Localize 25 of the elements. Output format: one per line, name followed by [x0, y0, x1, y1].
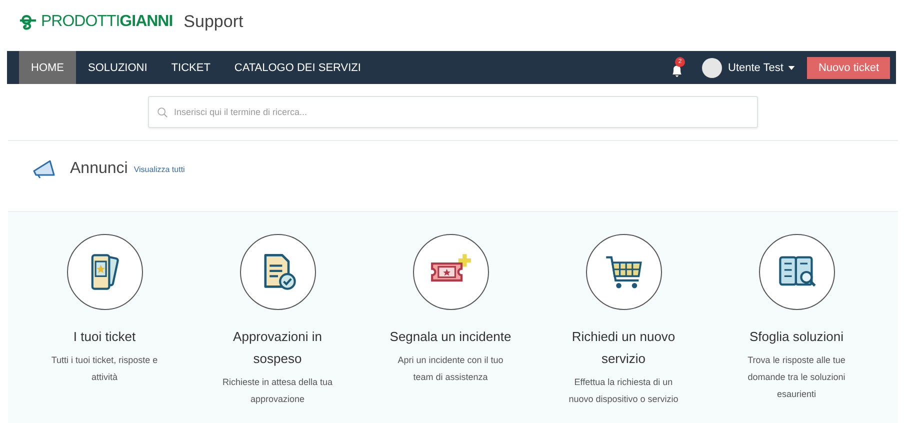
search-field[interactable]: Inserisci qui il termine di ricerca... — [148, 96, 758, 128]
tile-title[interactable]: Segnala un incidente — [386, 326, 516, 348]
tile-title[interactable]: Richiedi un nuovo servizio — [558, 326, 688, 370]
user-menu[interactable]: Utente Test — [728, 51, 784, 84]
view-all-link[interactable]: Visualizza tutti — [134, 164, 185, 174]
announcements-title: Annunci — [70, 160, 128, 178]
logo-icon — [17, 13, 39, 31]
nav-tab[interactable]: SOLUZIONI — [76, 51, 160, 84]
tile-description: Apri un incidente con il tuo team di assistenza — [396, 354, 504, 384]
nav-tab[interactable]: HOME — [19, 51, 76, 84]
nav-tab[interactable]: CATALOGO DEI SERVIZI — [222, 51, 373, 84]
tile-title[interactable]: Sfoglia soluzioni — [732, 326, 862, 348]
tile-description: Trova le risposte alle tue domande tra le soluzioni esaurienti — [746, 354, 846, 401]
nav-tab[interactable]: TICKET — [159, 51, 222, 84]
tile-description: Tutti i tuoi ticket, risposte e attività — [50, 354, 159, 384]
search-icon — [157, 106, 168, 118]
site-title: Support — [184, 12, 244, 32]
caret-icon[interactable] — [788, 66, 796, 70]
tile-title[interactable]: I tuoi ticket — [40, 326, 170, 348]
tile-description: Effettua la richiesta di un nuovo dispositivo o servizio — [568, 376, 680, 406]
avatar-icon[interactable] — [702, 58, 722, 78]
tile-title[interactable]: Approvazioni in sospeso — [212, 326, 342, 370]
tile-description: Richieste in attesa della tua approvazione — [221, 376, 334, 406]
logo-text: PRODOTTIGIANNI — [41, 13, 173, 31]
bell-icon[interactable] — [670, 64, 684, 78]
